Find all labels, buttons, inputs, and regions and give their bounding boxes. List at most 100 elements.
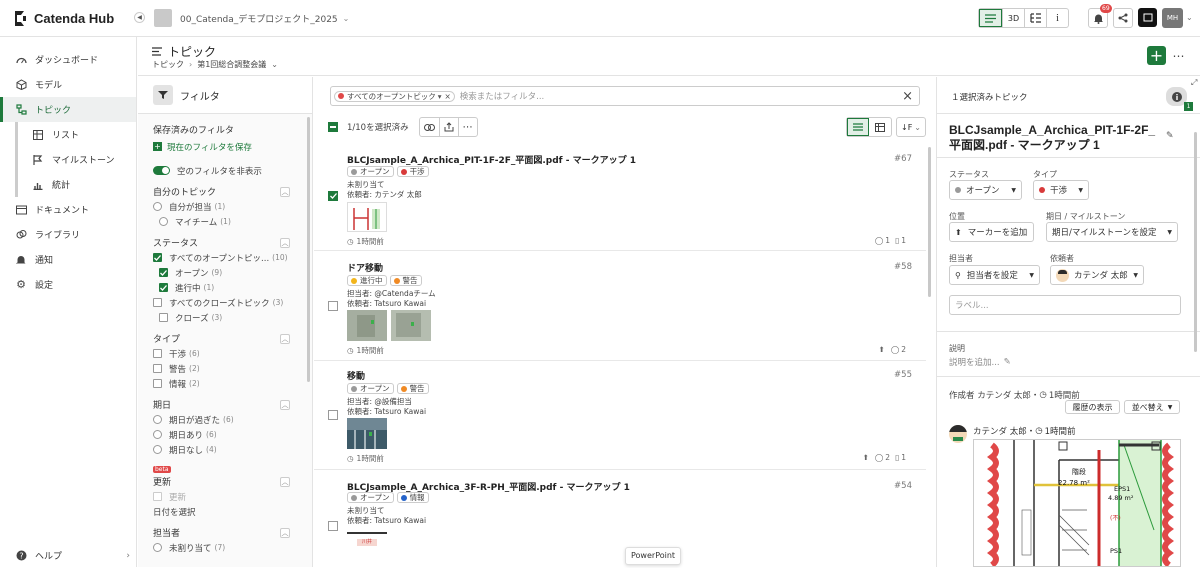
filter-option-assigned-to-me[interactable]: 自分が担当 (1)	[138, 199, 312, 214]
topic-checkbox[interactable]	[328, 521, 338, 531]
filter-chip[interactable]: すべてのオープントピック ▾ ×	[334, 90, 455, 102]
requester-dropdown[interactable]: カテンダ 太郎 ▼	[1050, 265, 1144, 285]
collapse-button[interactable]: ︿	[280, 186, 290, 197]
filter-option-all-open[interactable]: すべてのオープントピッ... (10)	[138, 250, 312, 265]
help-menu[interactable]: ? ヘルプ ›	[0, 543, 136, 568]
filter-option-clash[interactable]: 干渉 (6)	[138, 346, 312, 361]
add-topic-button[interactable]: +	[1147, 46, 1166, 65]
search-input[interactable]: 検索またはフィルタ...	[460, 90, 544, 102]
filter-option-updated[interactable]: 更新	[138, 489, 312, 504]
history-button[interactable]: 履歴の表示	[1065, 400, 1120, 414]
type-dropdown[interactable]: 干渉 ▼	[1033, 180, 1089, 200]
more-options-icon[interactable]: ⋯	[1169, 46, 1188, 65]
chevron-down-icon[interactable]: ⌄	[1186, 13, 1193, 22]
due-dropdown[interactable]: 期日/マイルストーンを設定 ▼	[1046, 222, 1178, 242]
info-icon[interactable]: i	[1046, 9, 1068, 27]
filter-option-no-due[interactable]: 期日なし (4)	[138, 442, 312, 457]
brand-logo[interactable]: Catenda Hub	[12, 10, 114, 27]
selection-header: １選択済みトピック	[951, 93, 1028, 103]
breadcrumb-current[interactable]: 第1回総合調整会議	[197, 59, 266, 70]
scrollbar[interactable]	[1194, 132, 1197, 352]
sidebar-item-library[interactable]: ライブラリ	[0, 222, 136, 247]
filter-toggle-button[interactable]	[153, 85, 173, 105]
status-dropdown[interactable]: オープン ▼	[949, 180, 1022, 200]
share-button[interactable]	[1113, 8, 1133, 28]
collapse-nav-button[interactable]: ◀	[134, 12, 145, 23]
sidebar-item-milestones[interactable]: マイルストーン	[18, 147, 136, 172]
collapse-button[interactable]: ︿	[280, 237, 290, 248]
clear-search-icon[interactable]: ×	[902, 89, 913, 104]
sort-button[interactable]: 並べ替え ▼	[1124, 400, 1180, 414]
help-icon: ?	[15, 550, 27, 562]
list-view-button[interactable]	[979, 9, 1002, 27]
user-avatar[interactable]: MH	[1162, 8, 1183, 28]
labels-input[interactable]: ラベル...	[949, 295, 1181, 315]
scrollbar[interactable]	[928, 147, 931, 297]
scrollbar[interactable]	[307, 117, 310, 382]
hide-empty-toggle[interactable]: 空のフィルタを非表示	[138, 163, 312, 178]
edit-icon[interactable]: ✎	[1166, 131, 1174, 141]
topic-thumbnail[interactable]	[391, 310, 431, 341]
add-marker-button[interactable]: ⬆ マーカーを追加	[949, 222, 1034, 242]
filter-option-warning[interactable]: 警告 (2)	[138, 361, 312, 376]
markup-drawing[interactable]: 階段 22.78 m² EPS1 4.89 m² (不) PS1	[973, 439, 1181, 567]
filter-option-unassigned[interactable]: 未割り当て (7)	[138, 540, 312, 555]
view-3d-button[interactable]: 3D	[1002, 9, 1024, 27]
filter-option-info[interactable]: 情報 (2)	[138, 376, 312, 391]
save-current-filter-button[interactable]: + 現在のフィルタを保存	[138, 139, 312, 154]
description-label: 説明	[949, 344, 965, 353]
chat-button[interactable]	[1138, 8, 1157, 27]
filter-option-all-closed[interactable]: すべてのクローズトピック (3)	[138, 295, 312, 310]
sidebar-item-topics[interactable]: トピック	[0, 97, 136, 122]
more-options-icon[interactable]: ⋯	[457, 118, 477, 136]
sidebar-item-notifications[interactable]: 通知	[0, 247, 136, 272]
topic-checkbox[interactable]	[328, 191, 338, 201]
collapse-button[interactable]: ︿	[280, 333, 290, 344]
topic-checkbox[interactable]	[328, 410, 338, 420]
filter-option-my-team[interactable]: マイチーム (1)	[138, 214, 312, 229]
collapse-button[interactable]: ︿	[280, 399, 290, 410]
sidebar-item-statistics[interactable]: 統計	[18, 172, 136, 197]
sidebar-item-documents[interactable]: ドキュメント	[0, 197, 136, 222]
filter-option-has-due[interactable]: 期日あり (6)	[138, 427, 312, 442]
remove-chip-icon[interactable]: ×	[445, 92, 451, 101]
export-icon[interactable]	[438, 118, 458, 136]
collapse-button[interactable]: ︿	[280, 527, 290, 538]
filter-option-open[interactable]: オープン (9)	[138, 265, 312, 280]
link-icon[interactable]	[420, 118, 439, 136]
sidebar-item-list[interactable]: リスト	[18, 122, 136, 147]
sidebar-item-settings[interactable]: ⚙ 設定	[0, 272, 136, 297]
table-layout-button[interactable]	[869, 118, 891, 136]
topic-thumbnail[interactable]	[347, 310, 387, 341]
list-layout-button[interactable]	[847, 118, 869, 136]
svg-text:?: ?	[19, 552, 23, 561]
filter-option-in-progress[interactable]: 進行中 (1)	[138, 280, 312, 295]
assignee-dropdown[interactable]: ⚲ 担当者を設定 ▼	[949, 265, 1040, 285]
filter-option-closed[interactable]: クローズ (3)	[138, 310, 312, 325]
comment-icon: ◯	[874, 453, 884, 462]
option-count: (1)	[203, 283, 215, 292]
sidebar-item-models[interactable]: モデル	[0, 72, 136, 97]
sidebar-item-dashboard[interactable]: ダッシュボード	[0, 47, 136, 72]
topic-thumbnail[interactable]	[347, 418, 387, 449]
expand-icon[interactable]: ⤢	[1191, 78, 1197, 88]
clock-icon: ◷	[1039, 390, 1047, 400]
filter-option-overdue[interactable]: 期日が過ぎた (6)	[138, 412, 312, 427]
add-description-link[interactable]: 説明を追加... ✎	[949, 356, 1011, 368]
topic-thumbnail[interactable]: 川井	[347, 532, 387, 552]
sort-button[interactable]: ↓F ⌄	[896, 117, 926, 137]
topic-card[interactable]: 移動 #55 オープン 警告 担当者: @設備担当 依頼者: Tatsuro K…	[314, 362, 926, 470]
breadcrumb-root[interactable]: トピック	[152, 59, 184, 70]
tree-view-button[interactable]	[1024, 9, 1046, 27]
chevron-down-icon[interactable]: ⌄	[271, 60, 278, 69]
topic-card[interactable]: BLCJsample_A_Archica_3F-R-PH_平面図.pdf - マ…	[314, 471, 926, 567]
project-switcher[interactable]: 00_Catenda_デモプロジェクト_2025 ⌄	[154, 9, 349, 27]
topic-card[interactable]: ドア移動 #58 進行中 警告 担当者: @Catendaチーム 依頼者: Ta…	[314, 252, 926, 361]
pick-date-link[interactable]: 日付を選択	[138, 504, 312, 519]
topic-checkbox[interactable]	[328, 301, 338, 311]
search-bar[interactable]: すべてのオープントピック ▾ × 検索またはフィルタ... ×	[330, 86, 920, 106]
collapse-button[interactable]: ︿	[280, 476, 290, 487]
select-all-checkbox[interactable]	[328, 122, 338, 132]
topic-card[interactable]: BLCJsample_A_Archica_PIT-1F-2F_平面図.pdf -…	[314, 144, 926, 251]
topic-thumbnail[interactable]	[347, 202, 387, 232]
